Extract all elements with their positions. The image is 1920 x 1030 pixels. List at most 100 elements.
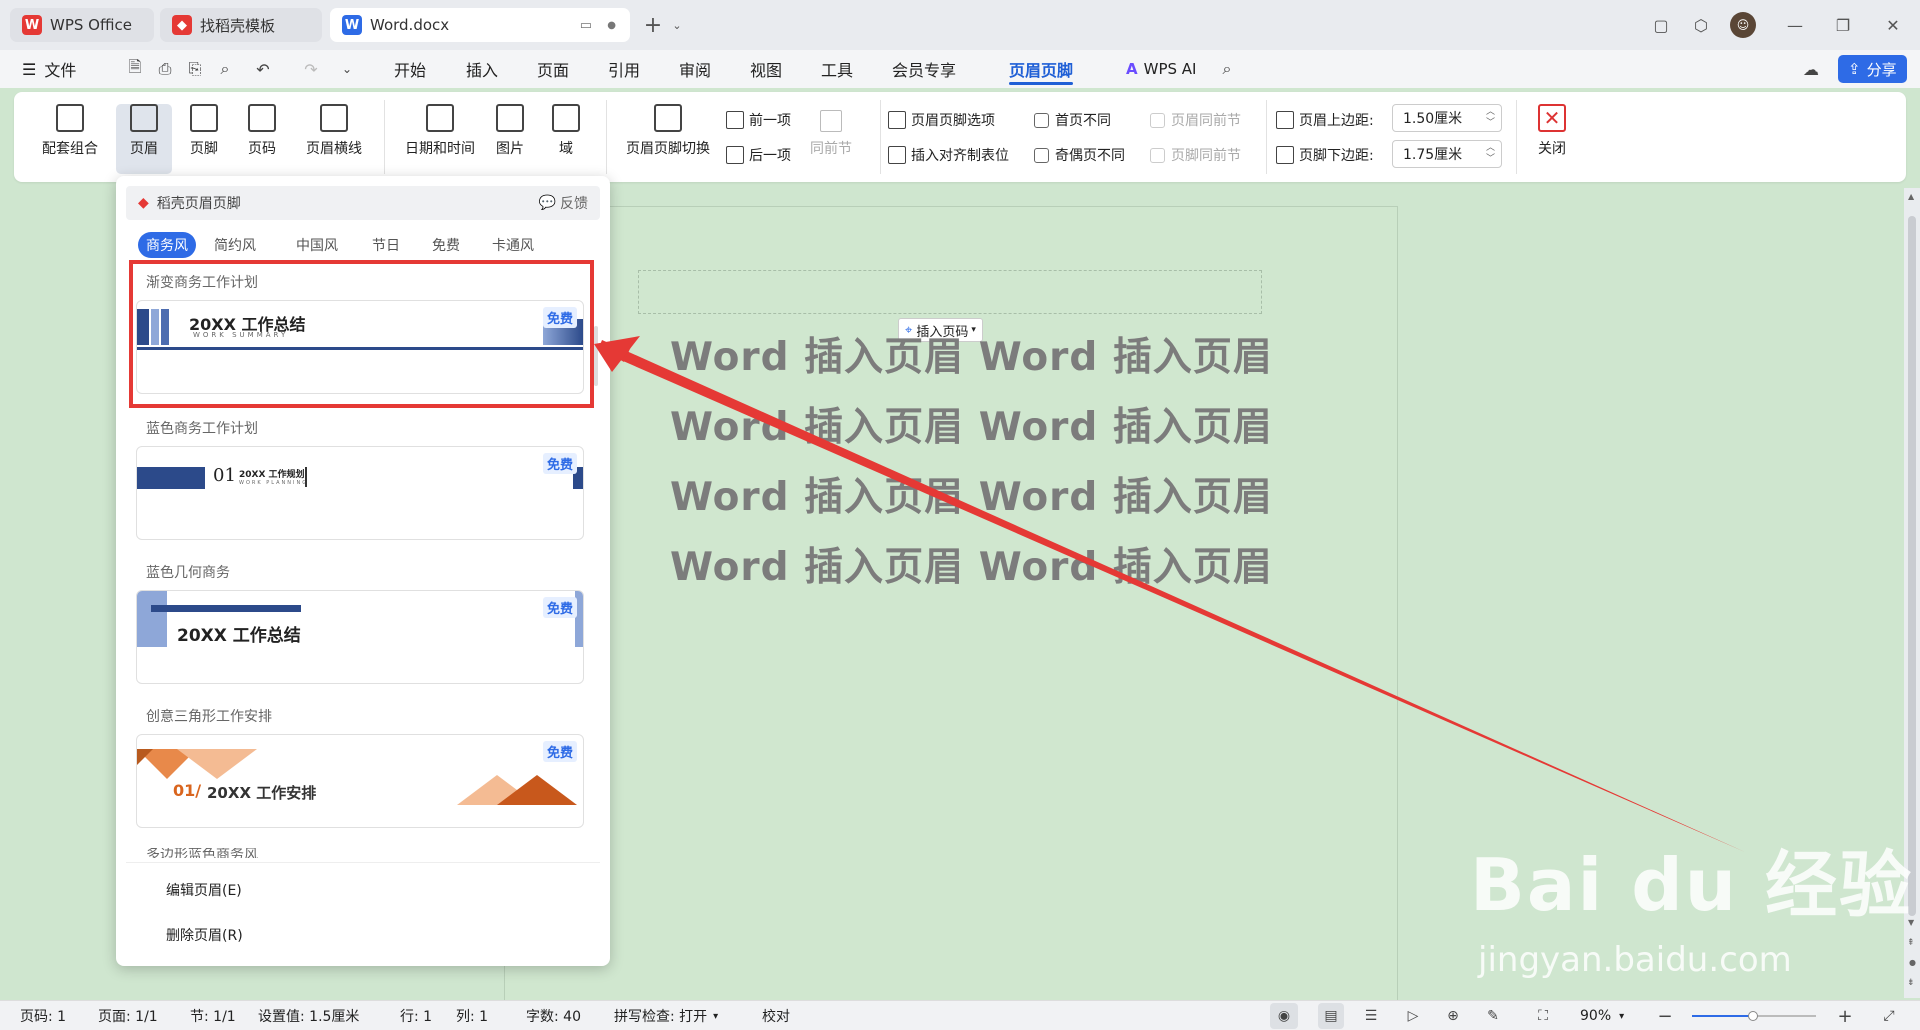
tab-wps-office[interactable]: W WPS Office [10, 8, 154, 42]
pen-icon[interactable]: ✎ [1484, 1007, 1502, 1025]
play-icon[interactable]: ▷ [1404, 1007, 1422, 1025]
same-as-prev-button[interactable]: 同前节 [810, 110, 852, 158]
category-festival[interactable]: 节日 [364, 232, 408, 258]
template-card[interactable]: 01/ 20XX 工作安排 免费 [136, 734, 584, 828]
status-setting[interactable]: 设置值: 1.5厘米 [258, 1001, 359, 1030]
restore-icon[interactable]: ❐ [1830, 12, 1856, 38]
spinner-arrows-icon[interactable]: ︿ ﹀ [1486, 107, 1495, 129]
prev-item-button[interactable]: 前一项 [726, 110, 791, 130]
menu-tools[interactable]: 工具 [821, 50, 853, 88]
print-icon[interactable]: ⎙ [154, 58, 176, 80]
hf-options-button[interactable]: 页眉页脚选项 [888, 110, 995, 130]
category-business[interactable]: 商务风 [138, 232, 196, 258]
menu-view[interactable]: 视图 [750, 50, 782, 88]
tab-template[interactable]: ◆ 找稻壳模板 [160, 8, 322, 42]
datetime-button[interactable]: 日期和时间 [398, 104, 482, 174]
first-page-diff-checkbox[interactable]: 首页不同 [1034, 110, 1111, 130]
template-card[interactable]: 20XX 工作总结 免费 [136, 590, 584, 684]
share-button[interactable]: ⇪ 分享 [1838, 55, 1907, 83]
category-free[interactable]: 免费 [424, 232, 468, 258]
quick-access-more-icon[interactable]: ⌄ [336, 58, 358, 80]
next-item-button[interactable]: 后一项 [726, 145, 791, 165]
close-window-icon[interactable]: ✕ [1880, 12, 1906, 38]
panel-scrollbar[interactable] [594, 326, 598, 386]
zoom-in-icon[interactable]: + [1836, 1006, 1854, 1027]
file-menu[interactable]: ☰ 文件 [22, 50, 76, 88]
menu-review[interactable]: 审阅 [679, 50, 711, 88]
search-icon[interactable]: ⌕ [1216, 58, 1238, 80]
wps-ai-button[interactable]: A WPS AI [1126, 50, 1196, 88]
select-browse-icon[interactable]: ● [1909, 958, 1916, 967]
page-number-button[interactable]: 页码 [236, 104, 288, 174]
status-spell[interactable]: 拼写检查: 打开 ▾ [614, 1001, 718, 1030]
unsaved-dot-icon[interactable]: ● [607, 20, 616, 31]
print-preview-icon[interactable]: ⌕ [214, 58, 236, 80]
header-button[interactable]: 页眉 [116, 104, 172, 174]
status-pages[interactable]: 页面: 1/1 [98, 1001, 158, 1030]
doc-text-line[interactable]: Word 插入页眉 Word 插入页眉 [670, 326, 1273, 382]
zoom-slider-thumb[interactable] [1748, 1011, 1758, 1021]
eye-icon[interactable]: ◉ [1270, 1003, 1298, 1029]
outline-view-icon[interactable]: ☰ [1362, 1007, 1380, 1025]
insert-tab-button[interactable]: 插入对齐制表位 [888, 145, 1009, 165]
new-tab-icon[interactable]: + [640, 12, 666, 38]
export-pdf-icon[interactable]: ⎘ [184, 58, 206, 80]
cube-icon[interactable]: ⬡ [1688, 12, 1714, 38]
chevron-down-icon[interactable]: ⌄ [664, 12, 690, 38]
header-same-checkbox[interactable]: 页眉同前节 [1150, 110, 1241, 130]
menu-start[interactable]: 开始 [394, 50, 426, 88]
bottom-margin-input[interactable]: 1.75厘米 ︿ ﹀ [1392, 140, 1502, 168]
redo-icon[interactable]: ↷ [300, 58, 322, 80]
page-view-icon[interactable]: ▤ [1318, 1003, 1344, 1029]
spinner-arrows-icon[interactable]: ︿ ﹀ [1486, 143, 1495, 165]
fit-page-icon[interactable]: ⛶ [1534, 1007, 1552, 1025]
delete-header-item[interactable]: 删除页眉(R) [166, 925, 243, 945]
close-hf-button[interactable]: ✕ 关闭 [1526, 104, 1578, 174]
fullscreen-icon[interactable]: ⤢ [1880, 1007, 1898, 1025]
scroll-up-icon[interactable]: ▲ [1908, 192, 1914, 201]
save-icon[interactable]: 🗎 [124, 57, 146, 80]
next-page-icon[interactable]: ⇟ [1907, 978, 1915, 988]
combo-button[interactable]: 配套组合 [32, 104, 108, 174]
zoom-slider-track[interactable] [1692, 1011, 1816, 1021]
menu-page[interactable]: 页面 [537, 50, 569, 88]
picture-button[interactable]: 图片 [484, 104, 536, 174]
category-chinese[interactable]: 中国风 [288, 232, 346, 258]
odd-even-diff-checkbox[interactable]: 奇偶页不同 [1034, 145, 1125, 165]
status-section[interactable]: 节: 1/1 [190, 1001, 236, 1030]
status-col[interactable]: 列: 1 [456, 1001, 488, 1030]
scroll-thumb[interactable] [1908, 216, 1916, 916]
window-layout-icon[interactable]: ▢ [1648, 12, 1674, 38]
header-area[interactable] [638, 270, 1262, 314]
footer-button[interactable]: 页脚 [178, 104, 230, 174]
footer-same-checkbox[interactable]: 页脚同前节 [1150, 145, 1241, 165]
doc-text-line[interactable]: Word 插入页眉 Word 插入页眉 [670, 466, 1273, 522]
cloud-icon[interactable]: ☁ [1800, 58, 1822, 80]
status-words[interactable]: 字数: 40 [526, 1001, 581, 1030]
undo-icon[interactable]: ↶ [252, 58, 274, 80]
edit-header-item[interactable]: 编辑页眉(E) [166, 880, 242, 900]
tab-word-docx[interactable]: W Word.docx ▭ ● [330, 8, 630, 42]
category-cartoon[interactable]: 卡通风 [484, 232, 542, 258]
category-simple[interactable]: 简约风 [206, 232, 264, 258]
status-row[interactable]: 行: 1 [400, 1001, 432, 1030]
menu-member[interactable]: 会员专享 [892, 50, 956, 88]
monitor-icon[interactable]: ▭ [580, 18, 592, 33]
minimize-icon[interactable]: — [1782, 12, 1808, 38]
status-page[interactable]: 页码: 1 [20, 1001, 66, 1030]
doc-text-line[interactable]: Word 插入页眉 Word 插入页眉 [670, 396, 1273, 452]
prev-page-icon[interactable]: ⇞ [1907, 938, 1915, 948]
zoom-level[interactable]: 90% ▾ [1580, 1001, 1624, 1030]
feedback-button[interactable]: 💬 反馈 [539, 193, 588, 213]
menu-reference[interactable]: 引用 [608, 50, 640, 88]
globe-icon[interactable]: ⊕ [1444, 1007, 1462, 1025]
template-card[interactable]: 01 20XX 工作规划 WORK PLANNING 免费 [136, 446, 584, 540]
zoom-out-icon[interactable]: − [1656, 1006, 1674, 1027]
doc-text-line[interactable]: Word 插入页眉 Word 插入页眉 [670, 536, 1273, 592]
status-proof[interactable]: 校对 [762, 1001, 790, 1030]
avatar[interactable]: ☺ [1730, 12, 1756, 38]
menu-header-footer[interactable]: 页眉页脚 [1009, 50, 1074, 88]
header-line-button[interactable]: 页眉横线 [294, 104, 374, 174]
field-button[interactable]: 域 [544, 104, 588, 174]
top-margin-input[interactable]: 1.50厘米 ︿ ﹀ [1392, 104, 1502, 132]
